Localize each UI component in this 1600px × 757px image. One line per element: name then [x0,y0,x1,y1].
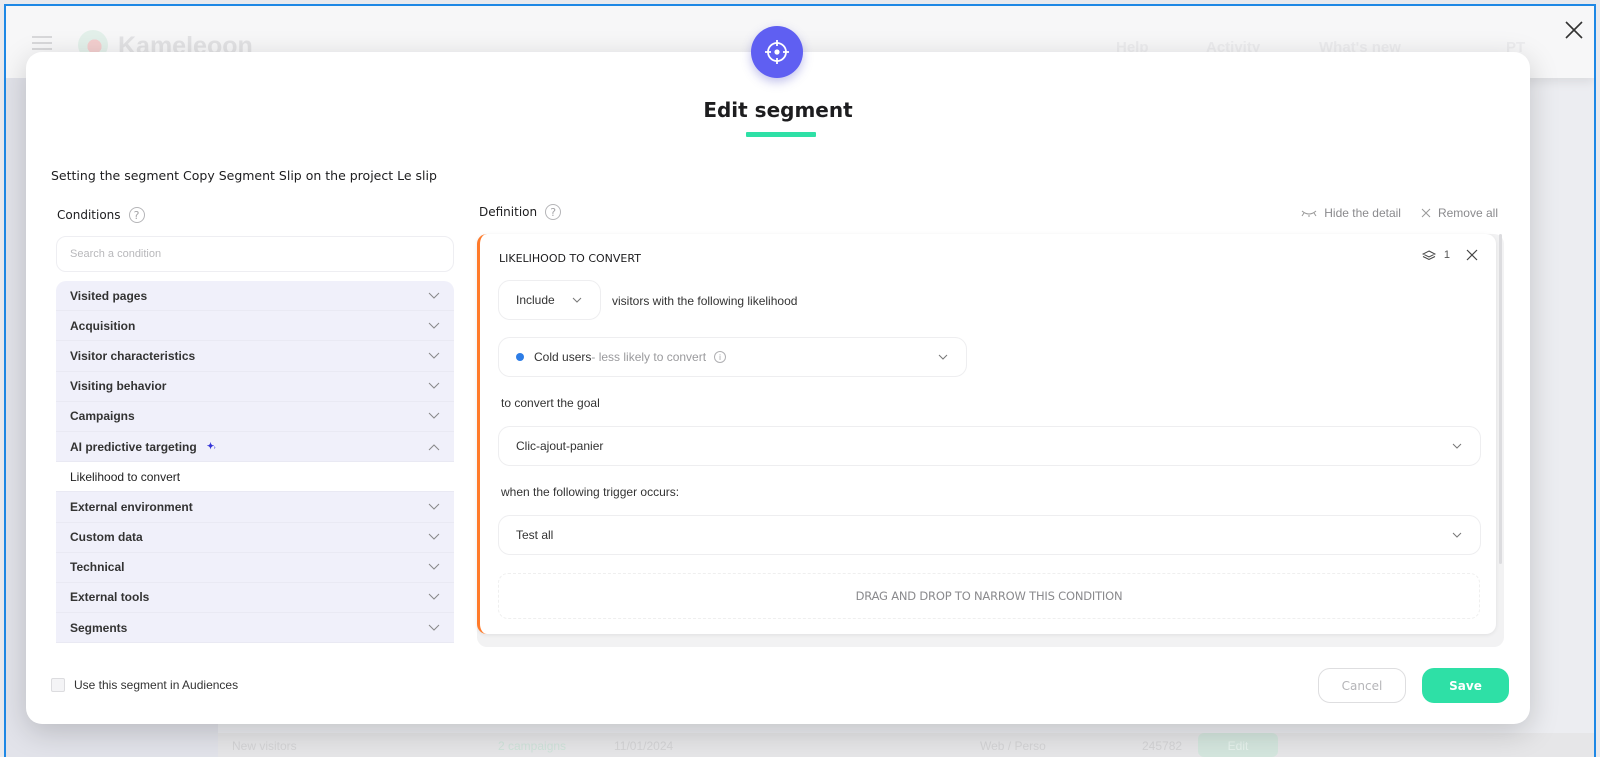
row-date: 11/01/2024 [614,739,674,753]
layers-indicator[interactable]: 1 [1421,249,1450,261]
chevron-down-icon [428,624,440,631]
chevron-down-icon [428,594,440,601]
modal-title: Edit segment [703,98,853,122]
row-id: 245782 [1142,739,1183,753]
goal-select[interactable]: Clic-ajout-panier [498,426,1481,466]
row-edit-button: Edit [1198,733,1278,757]
condition-category-visitor-characteristics[interactable]: Visitor characteristics [56,341,454,372]
chevron-down-icon [428,563,440,570]
use-in-audiences-label: Use this segment in Audiences [74,678,239,692]
condition-category-custom-data[interactable]: Custom data [56,523,454,553]
title-underline [746,132,816,137]
use-in-audiences-option[interactable]: Use this segment in Audiences [51,678,238,692]
condition-category-ai-predictive-targeting[interactable]: AI predictive targeting ✦˒ [56,432,454,463]
definition-label: Definition [479,205,538,219]
menu-icon[interactable] [32,36,52,50]
condition-card-tools: 1 [1421,249,1478,261]
condition-category-campaigns[interactable]: Campaigns [56,402,454,432]
condition-category-technical[interactable]: Technical [56,553,454,583]
layer-count: 1 [1443,249,1450,261]
condition-label: Segments [70,620,128,635]
goal-label: to convert the goal [501,396,600,410]
likelihood-value: Cold users [534,350,592,364]
close-icon[interactable] [1562,18,1586,42]
condition-label: External environment [70,499,193,514]
edit-segment-modal: Edit segment Setting the segment Copy Se… [26,26,1530,724]
definition-help-icon[interactable]: ? [545,204,562,220]
close-icon [1421,208,1431,218]
chevron-down-icon [428,352,440,359]
remove-all-button[interactable]: Remove all [1421,206,1498,220]
condition-label: Visitor characteristics [70,348,196,363]
goal-value: Clic-ajout-panier [516,439,604,453]
condition-label: Technical [70,560,125,575]
cancel-button[interactable]: Cancel [1318,668,1406,703]
condition-label: Acquisition [70,318,136,333]
condition-category-visited-pages[interactable]: Visited pages [56,281,454,312]
modal-subtitle: Setting the segment Copy Segment Slip on… [51,168,437,183]
chevron-down-icon [428,412,440,420]
condition-label: External tools [70,590,150,605]
condition-category-acquisition[interactable]: Acquisition [56,311,454,342]
definition-actions: Hide the detail Remove all [1301,206,1498,220]
include-select[interactable]: Include [498,280,601,320]
chevron-down-icon [1452,443,1462,449]
condition-likelihood-to-convert[interactable]: Likelihood to convert [56,462,454,493]
row-campaigns: 2 campaigns [498,739,567,753]
chevron-down-icon [428,322,440,329]
conditions-list: Visited pages Acquisition Visitor charac… [56,281,454,644]
chevron-down-icon [428,292,440,299]
remove-all-label: Remove all [1437,206,1498,220]
condition-search-input[interactable] [56,236,454,272]
condition-category-segments[interactable]: Segments [56,613,454,644]
hide-detail-label: Hide the detail [1324,206,1401,220]
narrow-condition-dropzone[interactable]: DRAG AND DROP TO NARROW THIS CONDITION [498,573,1480,619]
condition-category-visiting-behavior[interactable]: Visiting behavior [56,372,454,402]
hide-detail-button[interactable]: Hide the detail [1301,206,1401,220]
condition-category-external-tools[interactable]: External tools [56,583,454,614]
condition-label: Visiting behavior [70,379,167,394]
condition-label: Custom data [70,530,143,545]
likelihood-dot-icon [516,353,524,361]
trigger-value: Test all [516,528,554,542]
row-type: Web / Perso [980,739,1046,753]
sparkle-icon: ✦˒ [206,441,216,452]
condition-card-title: LIKELIHOOD TO CONVERT [499,252,641,265]
layers-icon [1421,249,1436,260]
conditions-label: Conditions [57,208,121,222]
trigger-label: when the following trigger occurs: [501,485,680,499]
row-name: New visitors [232,739,297,753]
chevron-down-icon [572,297,582,303]
definition-scrollbar[interactable] [1499,234,1502,564]
condition-label: AI predictive targeting [70,439,197,454]
background-table-row: New visitors 2 campaigns 11/01/2024 Web … [218,733,1594,757]
chevron-down-icon [428,533,440,540]
condition-label: Visited pages [70,288,148,303]
remove-condition-icon[interactable] [1466,249,1478,261]
info-icon[interactable]: i [714,351,727,363]
likelihood-description: - less likely to convert [591,350,707,364]
save-button[interactable]: Save [1422,668,1509,703]
trigger-select[interactable]: Test all [498,515,1481,555]
include-description: visitors with the following likelihood [612,294,798,308]
conditions-header: Conditions ? [57,207,145,223]
condition-card-likelihood-to-convert: LIKELIHOOD TO CONVERT 1 Include visitors… [477,234,1496,634]
condition-label: Likelihood to convert [70,469,181,484]
target-icon [751,26,803,78]
likelihood-select[interactable]: Cold users - less likely to convert i [498,337,967,377]
condition-category-external-environment[interactable]: External environment [56,492,454,523]
chevron-down-icon [1452,532,1462,538]
conditions-help-icon[interactable]: ? [128,207,145,223]
include-select-value: Include [516,293,555,307]
chevron-down-icon [428,503,440,510]
chevron-up-icon [428,443,440,450]
eye-closed-icon [1301,210,1317,217]
condition-label: Campaigns [70,409,135,424]
chevron-down-icon [938,354,948,360]
chevron-down-icon [428,382,440,389]
use-in-audiences-checkbox[interactable] [51,678,65,692]
definition-header: Definition ? [479,204,562,220]
